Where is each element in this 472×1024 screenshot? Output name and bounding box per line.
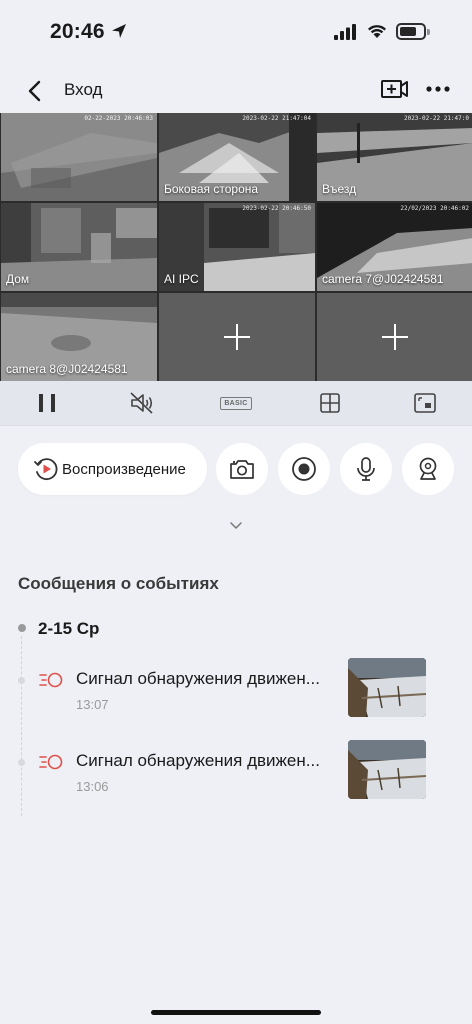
plus-icon [224,324,250,350]
event-snapshot-image [348,740,426,799]
event-snapshot-image [348,658,426,717]
talk-button[interactable] [340,443,392,495]
add-camera-slot[interactable] [317,293,472,381]
camera-label: Въезд [322,182,357,196]
event-time: 13:07 [76,697,109,712]
camera-label: AI IPC [164,272,199,286]
events-date: 2-15 Ср [38,619,100,638]
motion-detection-icon [39,672,63,688]
split-view-button[interactable] [405,383,445,423]
playback-label: Воспроизведение [62,460,186,478]
camera-label: Дом [6,272,30,286]
event-item[interactable]: Сигнал обнаружения движен... 13:07 [0,658,472,731]
nav-bar: Вход [0,68,472,112]
camera-grid: 02-22-2023 20:46:03 2023-02-22 21:47:04 … [0,113,472,381]
camera-tile-1[interactable]: 02-22-2023 20:46:03 [1,113,157,201]
camera-timestamp: 22/02/2023 20:46:02 [400,205,469,212]
playback-button[interactable]: Воспроизведение [18,443,207,495]
page-title: Вход [64,80,103,99]
status-time: 20:46 [50,20,105,43]
quality-button[interactable]: BASIC [216,383,256,423]
snapshot-button[interactable] [216,443,268,495]
playback-history-icon [34,458,58,481]
event-thumbnail[interactable] [348,740,426,799]
add-camera-slot[interactable] [159,293,315,381]
event-time: 13:06 [76,779,109,794]
timeline-date-dot [18,624,26,632]
speaker-muted-icon [130,392,153,414]
camera-label: Боковая сторона [164,182,259,196]
camera-tile-3[interactable]: 2023-02-22 21:47:0 Въезд [317,113,472,201]
location-arrow-icon [112,24,126,38]
record-button[interactable] [278,443,330,495]
more-options-icon[interactable] [424,76,452,102]
home-indicator [151,1010,321,1015]
back-chevron-icon[interactable] [20,76,50,106]
chevron-down-icon[interactable] [228,518,244,534]
status-bar: 20:46 [0,0,472,62]
camera-timestamp: 2023-02-22 21:47:04 [242,115,311,122]
camera-tile-2[interactable]: 2023-02-22 21:47:04 Боковая сторона [159,113,315,201]
camera-tile-4[interactable]: Дом [1,203,157,291]
camera-timestamp: 2023-02-22 20:46:50 [242,205,311,212]
microphone-icon [357,457,375,481]
camera-timestamp: 2023-02-22 21:47:0 [403,115,469,122]
timeline-dot [18,759,25,766]
camera-label: camera 8@J02424581 [6,362,128,376]
add-camera-icon[interactable] [380,76,410,102]
battery-icon [396,23,430,40]
basic-quality-badge: BASIC [220,396,252,410]
action-buttons: Воспроизведение [18,443,458,495]
mute-button[interactable] [122,383,162,423]
record-icon [292,457,316,481]
camera-tile-6[interactable]: 22/02/2023 20:46:02 camera 7@J02424581 [317,203,472,291]
cellular-signal-icon [334,24,356,40]
events-section-title: Сообщения о событиях [18,574,219,593]
camera-feed-image [1,113,157,201]
event-title: Сигнал обнаружения движен... [76,669,320,688]
camera-timestamp: 02-22-2023 20:46:03 [84,115,153,122]
camera-label: camera 7@J02424581 [322,272,444,286]
split-screen-icon [413,393,436,413]
pause-icon [39,394,56,412]
wifi-icon [368,25,386,38]
timeline-dot [18,677,25,684]
event-title: Сигнал обнаружения движен... [76,751,320,770]
camera-tile-5[interactable]: 2023-02-22 20:46:50 AI IPC [159,203,315,291]
event-item[interactable]: Сигнал обнаружения движен... 13:06 [0,740,472,813]
ptz-button[interactable] [402,443,454,495]
pause-button[interactable] [27,383,67,423]
camera-tile-7[interactable]: camera 8@J02424581 [1,293,157,381]
motion-detection-icon [39,754,63,770]
event-thumbnail[interactable] [348,658,426,717]
camera-icon [230,460,254,479]
grid-layout-icon [320,393,341,413]
plus-icon [382,324,408,350]
webcam-icon [419,457,437,480]
layout-grid-button[interactable] [310,383,350,423]
playback-controls: BASIC [0,381,472,426]
